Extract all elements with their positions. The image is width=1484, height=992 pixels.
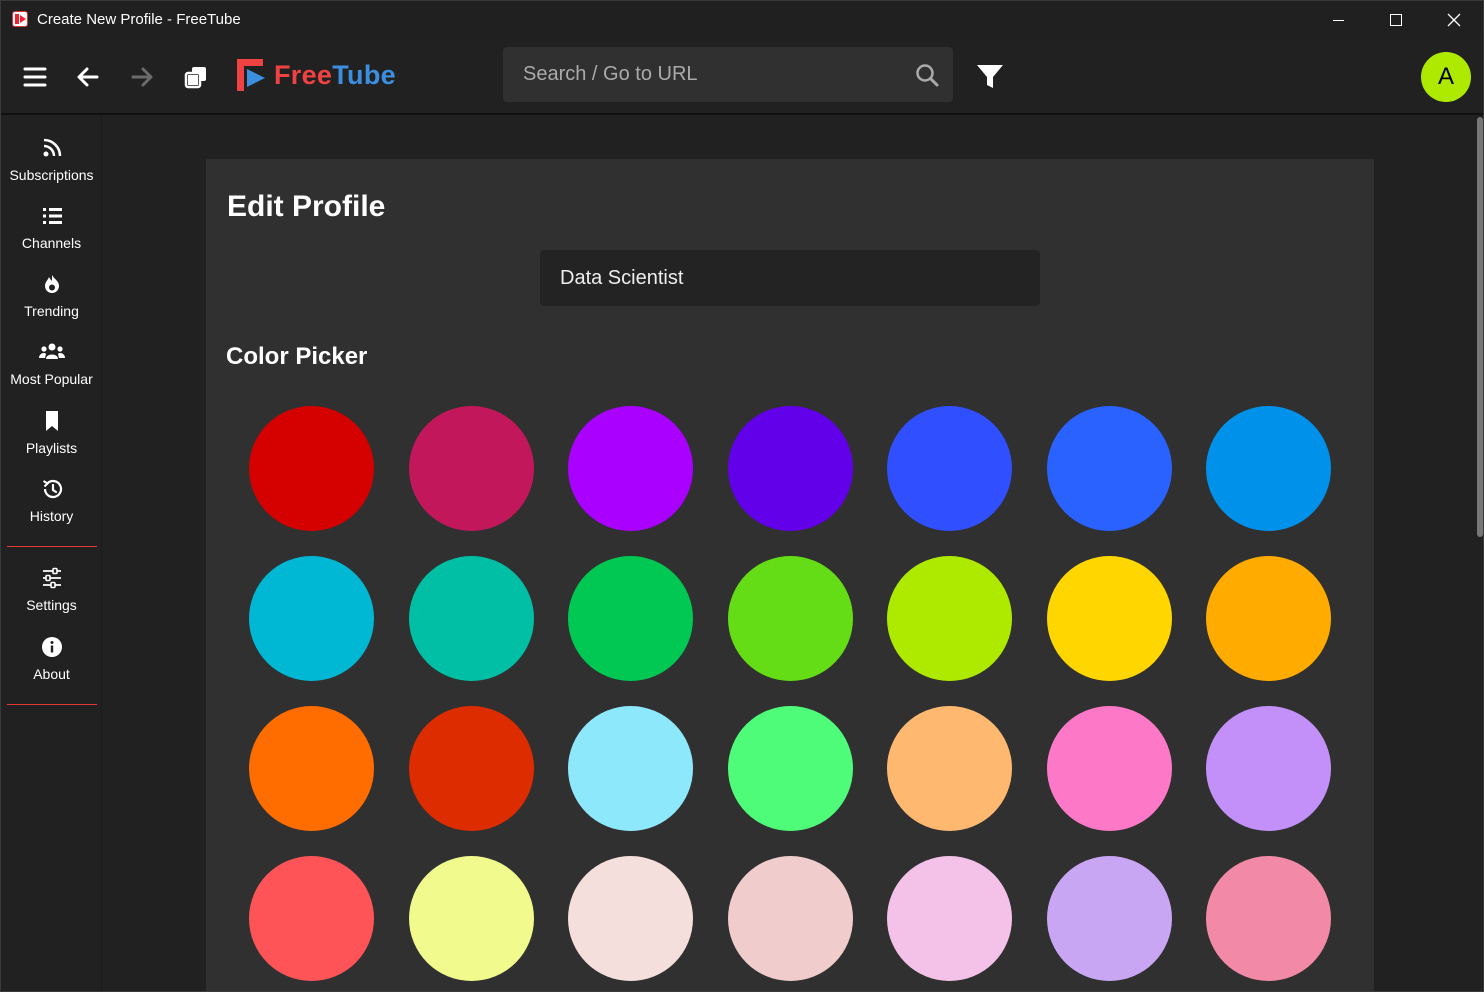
sidebar-item-history[interactable]: History	[1, 478, 102, 542]
back-button[interactable]	[70, 59, 106, 95]
fire-icon	[44, 275, 59, 293]
sidebar-item-label: Trending	[24, 303, 79, 319]
color-swatch[interactable]	[1206, 406, 1331, 531]
profile-avatar[interactable]: A	[1421, 52, 1471, 102]
edit-profile-card: Edit Profile Color Picker	[206, 159, 1374, 991]
color-swatch[interactable]	[728, 406, 853, 531]
logo-text-tube: Tube	[332, 59, 396, 90]
color-swatch[interactable]	[887, 406, 1012, 531]
color-swatch[interactable]	[409, 556, 534, 681]
color-swatch[interactable]	[887, 856, 1012, 981]
sliders-icon	[42, 567, 61, 589]
minimize-icon	[1332, 19, 1344, 21]
color-swatch[interactable]	[1047, 556, 1172, 681]
app-window: Create New Profile - FreeTube FreeTube S…	[0, 0, 1484, 992]
menu-button[interactable]	[17, 59, 53, 95]
sidebar-item-label: Settings	[26, 597, 77, 613]
color-swatch[interactable]	[249, 856, 374, 981]
color-picker-heading: Color Picker	[226, 343, 368, 370]
color-swatch[interactable]	[249, 706, 374, 831]
close-icon	[1447, 13, 1461, 27]
bookmark-icon	[45, 411, 58, 431]
sidebar-item-label: History	[29, 508, 74, 524]
sidebar-item-channels[interactable]: Channels	[1, 205, 102, 269]
close-button[interactable]	[1425, 1, 1483, 39]
sidebar-item-label: Most Popular	[10, 371, 93, 387]
arrow-right-icon	[131, 67, 153, 87]
color-swatch[interactable]	[568, 406, 693, 531]
title-bar: Create New Profile - FreeTube	[1, 1, 1483, 39]
color-swatch[interactable]	[728, 556, 853, 681]
forward-button[interactable]	[124, 59, 160, 95]
color-swatch[interactable]	[1047, 856, 1172, 981]
sidebar-item-playlists[interactable]: Playlists	[1, 410, 102, 474]
color-swatch[interactable]	[568, 556, 693, 681]
color-swatch[interactable]	[568, 856, 693, 981]
color-swatch[interactable]	[409, 406, 534, 531]
users-icon	[38, 343, 65, 359]
page-title: Edit Profile	[227, 190, 386, 223]
filter-icon[interactable]	[974, 61, 1006, 93]
color-swatch[interactable]	[568, 706, 693, 831]
color-swatch[interactable]	[409, 856, 534, 981]
new-window-button[interactable]	[178, 59, 214, 95]
color-swatch[interactable]	[728, 856, 853, 981]
freetube-logo-icon	[237, 59, 265, 91]
logo-text-free: Free	[274, 59, 333, 90]
color-swatch[interactable]	[249, 406, 374, 531]
color-swatch[interactable]	[1206, 556, 1331, 681]
history-icon	[42, 479, 62, 499]
clone-window-icon	[184, 67, 206, 89]
sidebar-divider	[7, 704, 97, 705]
sidebar-item-trending[interactable]: Trending	[1, 273, 102, 337]
top-nav: FreeTube A	[1, 39, 1483, 115]
profile-name-input[interactable]	[540, 250, 1040, 306]
color-swatch[interactable]	[1047, 706, 1172, 831]
info-icon	[41, 637, 62, 657]
sidebar-item-label: Playlists	[25, 440, 78, 456]
color-swatch[interactable]	[887, 556, 1012, 681]
sidebar-item-label: About	[33, 666, 70, 682]
sidebar-item-label: Channels	[21, 235, 82, 251]
sidebar-item-label: Subscriptions	[9, 167, 94, 183]
freetube-app-icon	[12, 11, 28, 27]
arrow-left-icon	[77, 67, 99, 87]
window-title: Create New Profile - FreeTube	[37, 11, 241, 28]
color-swatch[interactable]	[887, 706, 1012, 831]
color-swatch[interactable]	[728, 706, 853, 831]
search-input[interactable]	[503, 47, 903, 102]
maximize-icon	[1390, 14, 1402, 26]
hamburger-menu-icon	[23, 67, 47, 87]
color-swatch[interactable]	[249, 556, 374, 681]
sidebar-item-most-popular[interactable]: Most Popular	[1, 341, 102, 405]
maximize-button[interactable]	[1367, 1, 1425, 39]
search-bar	[503, 47, 953, 102]
list-icon	[42, 208, 62, 224]
rss-icon	[43, 138, 61, 157]
main-content: Edit Profile Color Picker	[103, 117, 1475, 991]
minimize-button[interactable]	[1309, 1, 1367, 39]
sidebar-item-settings[interactable]: Settings	[1, 567, 102, 631]
scrollbar[interactable]	[1477, 117, 1483, 537]
sidebar: Subscriptions Channels Trending Most Pop…	[1, 115, 102, 991]
sidebar-item-about[interactable]: About	[1, 636, 102, 700]
sidebar-item-subscriptions[interactable]: Subscriptions	[1, 137, 102, 201]
search-icon[interactable]	[913, 61, 941, 89]
color-swatch[interactable]	[1206, 856, 1331, 981]
color-swatch[interactable]	[409, 706, 534, 831]
sidebar-divider	[7, 546, 97, 547]
color-swatch[interactable]	[1047, 406, 1172, 531]
color-swatch[interactable]	[1206, 706, 1331, 831]
freetube-logo[interactable]: FreeTube	[235, 59, 396, 91]
